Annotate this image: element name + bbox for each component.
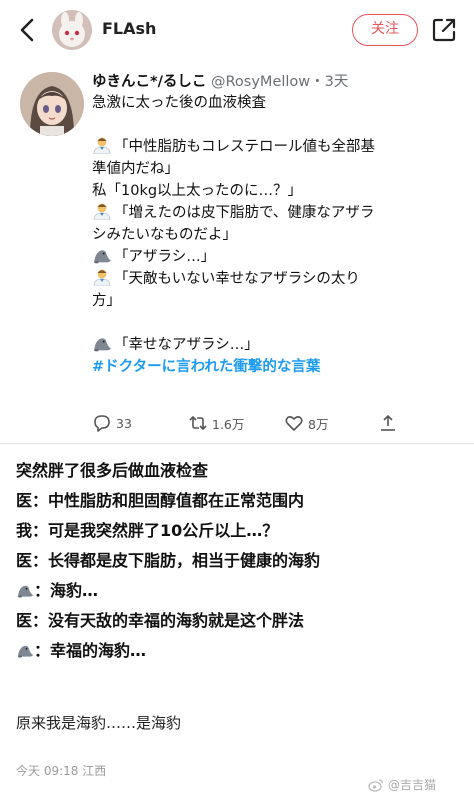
- tweet-line: 方」: [92, 290, 442, 312]
- tweet-line: 急激に太った後の血液検査: [92, 92, 442, 114]
- tweet-header: ゆきんこ*/るしこ @RosyMellow・3天: [92, 70, 464, 91]
- back-arrow-icon[interactable]: [14, 14, 42, 46]
- tweet-line: [92, 312, 442, 334]
- poster-username[interactable]: FLAsh: [102, 19, 156, 38]
- heart-icon: [285, 416, 303, 431]
- tweet-line-text: 準値内だね」: [92, 161, 179, 177]
- like-count: 8万: [308, 416, 329, 432]
- doctor-emoji-icon: [92, 136, 112, 154]
- follow-button[interactable]: 关注: [352, 14, 418, 46]
- retweet-count: 1.6万: [212, 416, 245, 432]
- seal-emoji-icon: [16, 582, 34, 598]
- retweet-button[interactable]: 1.6万: [188, 412, 244, 434]
- translation-line: 突然胖了很多后做血液检查: [16, 456, 466, 486]
- translation-line-text: ：幸福的海豹…: [34, 641, 147, 660]
- tweet-line-text: 私「10kg以上太ったのに…？」: [92, 183, 303, 199]
- tweet-line: 私「10kg以上太ったのに…？」: [92, 180, 442, 202]
- translation-line-text: 突然胖了很多后做血液检查: [16, 461, 209, 480]
- watermark-text: @吉吉猫: [388, 778, 437, 792]
- translation-line: 医：长得都是皮下脂肪，相当于健康的海豹: [16, 546, 466, 576]
- reply-button[interactable]: 33: [92, 412, 132, 434]
- post-meta: 今天 09:18 江西: [16, 764, 107, 778]
- tweet-line-text: 「アザラシ…」: [114, 249, 216, 265]
- tweet-line: シみたいなものだよ」: [92, 224, 442, 246]
- translation-line: ：海豹…: [16, 576, 466, 606]
- tweet-line: 「増えたのは皮下脂肪で、健康なアザラ: [92, 202, 442, 224]
- translation-line-text: 我：可是我突然胖了10公斤以上…？: [16, 521, 279, 540]
- tweet-body: 急激に太った後の血液検査「中性脂肪もコレステロール値も全部基準値内だね」私「10…: [92, 92, 442, 378]
- top-bar: FLAsh 关注: [0, 0, 474, 60]
- tweet-handle-time: @RosyMellow・3天: [211, 74, 349, 90]
- reply-count: 33: [116, 415, 132, 431]
- translation-line-text: 医：中性脂肪和胆固醇值都在正常范围内: [16, 491, 305, 510]
- seal-emoji-icon: [92, 246, 112, 264]
- translation-line: 我：可是我突然胖了10公斤以上…？: [16, 516, 466, 546]
- reply-icon: [94, 415, 110, 432]
- translation-line-text: ：海豹…: [34, 581, 99, 600]
- tweet-line-text: シみたいなものだよ」: [92, 227, 237, 243]
- doctor-emoji-icon: [92, 268, 112, 286]
- tweet-author-avatar[interactable]: [20, 72, 84, 136]
- translation-text: 突然胖了很多后做血液检查医：中性脂肪和胆固醇值都在正常范围内 我：可是我突然胖了1…: [16, 456, 466, 666]
- avatar[interactable]: [52, 10, 92, 50]
- tweet-line: 「幸せなアザラシ…」: [92, 334, 442, 356]
- tweet-display-name[interactable]: ゆきんこ*/るしこ: [92, 74, 206, 90]
- tweet-line: 準値内だね」: [92, 158, 442, 180]
- conclusion-text: 原来我是海豹……是海豹: [16, 714, 182, 732]
- doctor-emoji-icon: [92, 202, 112, 220]
- tweet-line-text: 「幸せなアザラシ…」: [114, 337, 259, 353]
- embedded-tweet: ゆきんこ*/るしこ @RosyMellow・3天 急激に太った後の血液検査「中性…: [0, 60, 474, 443]
- tweet-line-text: 「天敵もいない幸せなアザラシの太り: [114, 271, 360, 287]
- share-icon[interactable]: [430, 16, 458, 44]
- translation-line-text: 医：没有天敌的幸福的海豹就是这个胖法: [16, 611, 305, 630]
- translation-line: ：幸福的海豹…: [16, 636, 466, 666]
- like-button[interactable]: 8万: [284, 412, 328, 434]
- translation-line-text: 医：长得都是皮下脂肪，相当于健康的海豹: [16, 551, 321, 570]
- share-up-icon: [381, 415, 395, 431]
- tweet-hashtag[interactable]: #ドクターに言われた衝撃的な言葉: [92, 356, 442, 378]
- weibo-logo-icon: [368, 778, 384, 792]
- watermark: @吉吉猫: [368, 776, 436, 793]
- tweet-line-text: 「中性脂肪もコレステロール値も全部基: [114, 139, 375, 155]
- tweet-line-text: 方」: [92, 293, 121, 309]
- tweet-line-text: 「増えたのは皮下脂肪で、健康なアザラ: [114, 205, 375, 221]
- tweet-line: 「中性脂肪もコレステロール値も全部基: [92, 136, 442, 158]
- section-divider: [0, 443, 474, 444]
- translation-line: 医：中性脂肪和胆固醇值都在正常范围内: [16, 486, 466, 516]
- tweet-line: 「天敵もいない幸せなアザラシの太り: [92, 268, 442, 290]
- translation-line: 医：没有天敌的幸福的海豹就是这个胖法: [16, 606, 466, 636]
- seal-emoji-icon: [92, 334, 112, 352]
- tweet-share-button[interactable]: [378, 412, 402, 434]
- tweet-line-text: 急激に太った後の血液検査: [92, 95, 266, 111]
- retweet-icon: [189, 416, 207, 430]
- tweet-actions: 33 1.6万 8万: [92, 412, 432, 434]
- tweet-line: [92, 114, 442, 136]
- tweet-line: 「アザラシ…」: [92, 246, 442, 268]
- seal-emoji-icon: [16, 642, 34, 658]
